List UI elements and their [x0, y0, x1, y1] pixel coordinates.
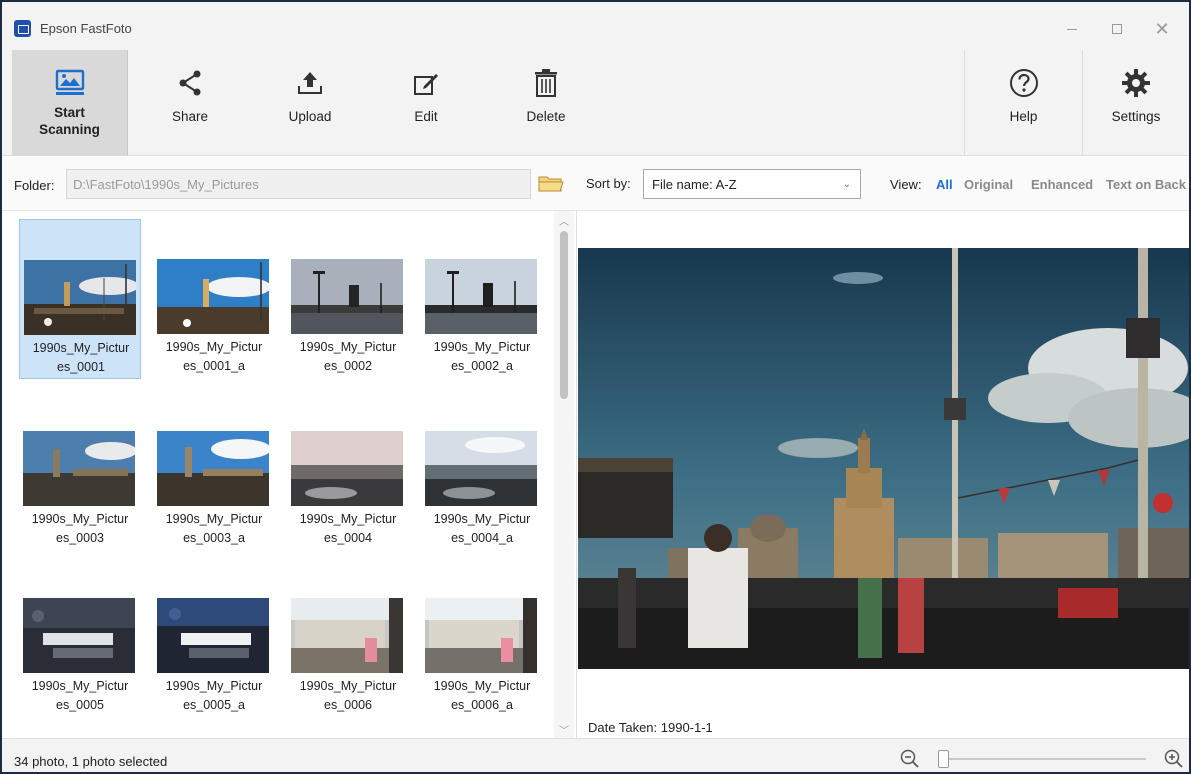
help-button[interactable]: Help	[964, 50, 1082, 156]
thumbnail-caption: 1990s_My_Pictur es_0006	[299, 679, 397, 712]
date-taken-label: Date Taken: 1990-1-1	[588, 720, 713, 735]
folder-bar: Folder: Sort by: File name: A-Z ⌄ View: …	[2, 157, 1189, 211]
scan-photo-icon	[53, 66, 87, 100]
thumbnail-caption: 1990s_My_Pictur es_0002_a	[433, 340, 531, 373]
thumbnail-item[interactable]: 1990s_My_Pictur es_0006	[287, 558, 409, 718]
thumbnail-item[interactable]: 1990s_My_Pictur es_0003	[19, 391, 141, 551]
gear-icon	[1119, 66, 1153, 100]
app-logo-icon	[14, 20, 31, 37]
start-scanning-label: Start Scanning	[39, 105, 100, 137]
zoom-slider-handle[interactable]	[938, 750, 949, 768]
start-scanning-button[interactable]: Start Scanning	[12, 50, 128, 156]
window-title: Epson FastFoto	[40, 21, 132, 36]
thumbnail-item[interactable]: 1990s_My_Pictur es_0004	[287, 391, 409, 551]
chevron-down-icon: ⌄	[842, 179, 851, 190]
zoom-slider[interactable]	[938, 750, 1146, 768]
thumbnail-caption: 1990s_My_Pictur es_0002	[299, 340, 397, 373]
folder-label: Folder:	[14, 178, 55, 193]
thumbnail-item[interactable]: 1990s_My_Pictur es_0001	[19, 219, 141, 379]
thumbnail-item[interactable]: 1990s_My_Pictur es_0005	[19, 558, 141, 718]
settings-button[interactable]: Settings	[1082, 50, 1189, 156]
zoom-in-button[interactable]	[1164, 749, 1184, 769]
view-option-text-on-back[interactable]: Text on Back	[1106, 177, 1186, 192]
photo-thumbnail	[23, 431, 135, 506]
scroll-thumb[interactable]	[560, 231, 568, 399]
browse-folder-button[interactable]	[536, 172, 566, 196]
delete-button[interactable]: Delete	[486, 50, 606, 156]
photo-thumbnail	[291, 259, 403, 334]
thumbnail-caption: 1990s_My_Pictur es_0004	[299, 512, 397, 545]
photo-thumbnail	[157, 598, 269, 673]
delete-label: Delete	[526, 109, 566, 124]
thumbnail-caption: 1990s_My_Pictur es_0001_a	[165, 340, 263, 373]
thumbnail-caption: 1990s_My_Pictur es_0001	[32, 341, 130, 374]
thumbnail-caption: 1990s_My_Pictur es_0003	[31, 512, 129, 545]
trash-icon	[529, 66, 563, 100]
preview-photo	[578, 248, 1189, 669]
photo-thumbnail	[157, 259, 269, 334]
help-label: Help	[1009, 109, 1038, 124]
upload-button[interactable]: Upload	[250, 50, 370, 156]
minimize-button[interactable]	[1052, 16, 1092, 42]
zoom-out-icon	[900, 749, 919, 768]
share-button[interactable]: Share	[130, 50, 250, 156]
folder-path-input[interactable]	[66, 169, 531, 199]
zoom-slider-track	[938, 758, 1146, 760]
view-label: View:	[890, 177, 922, 192]
settings-label: Settings	[1111, 109, 1161, 124]
thumbnail-caption: 1990s_My_Pictur es_0005	[31, 679, 129, 712]
thumbnail-item[interactable]: 1990s_My_Pictur es_0003_a	[153, 391, 275, 551]
app-window: Epson FastFoto ✕ Start Scanning Share Up…	[2, 2, 1189, 772]
photo-thumbnail	[425, 431, 537, 506]
photo-preview-pane: Date Taken: 1990-1-1	[576, 211, 1189, 738]
photo-thumbnail	[24, 260, 136, 335]
photo-thumbnail	[425, 259, 537, 334]
photo-thumbnail	[291, 598, 403, 673]
photo-thumbnail	[23, 598, 135, 673]
view-option-all[interactable]: All	[936, 177, 953, 192]
edit-button[interactable]: Edit	[366, 50, 486, 156]
title-bar: Epson FastFoto ✕	[2, 2, 1189, 50]
status-bar: 34 photo, 1 photo selected	[2, 738, 1189, 772]
thumbnail-item[interactable]: 1990s_My_Pictur es_0006_a	[421, 558, 543, 718]
folder-icon	[538, 176, 564, 192]
upload-icon	[293, 66, 327, 100]
thumbnail-item[interactable]: 1990s_My_Pictur es_0001_a	[153, 219, 275, 379]
thumbnail-item[interactable]: 1990s_My_Pictur es_0004_a	[421, 391, 543, 551]
zoom-in-icon	[1164, 749, 1183, 768]
maximize-button[interactable]	[1097, 16, 1137, 42]
view-option-enhanced[interactable]: Enhanced	[1031, 177, 1093, 192]
thumbnail-caption: 1990s_My_Pictur es_0006_a	[433, 679, 531, 712]
scroll-down-icon[interactable]: ﹀	[554, 722, 574, 737]
scroll-up-icon[interactable]: ︿	[554, 213, 574, 228]
zoom-out-button[interactable]	[900, 749, 920, 769]
sort-label: Sort by:	[586, 176, 631, 191]
maximize-icon	[1112, 24, 1122, 34]
upload-label: Upload	[288, 109, 332, 124]
help-icon	[1007, 66, 1041, 100]
photo-thumbnail	[291, 431, 403, 506]
thumbnail-scrollbar[interactable]: ︿ ﹀	[554, 211, 574, 738]
close-icon: ✕	[1154, 18, 1170, 39]
edit-label: Edit	[414, 109, 438, 124]
share-icon	[173, 66, 207, 100]
thumbnail-item[interactable]: 1990s_My_Pictur es_0002	[287, 219, 409, 379]
edit-icon	[409, 66, 443, 100]
thumbnail-item[interactable]: 1990s_My_Pictur es_0005_a	[153, 558, 275, 718]
sort-value: File name: A-Z	[652, 176, 737, 192]
thumbnail-grid: 1990s_My_Pictur es_0001 1990s_My_Pictur …	[2, 211, 554, 738]
toolbar: Start Scanning Share Upload Edit Delete …	[2, 50, 1189, 156]
thumbnail-item[interactable]: 1990s_My_Pictur es_0002_a	[421, 219, 543, 379]
thumbnail-caption: 1990s_My_Pictur es_0005_a	[165, 679, 263, 712]
minimize-icon	[1067, 28, 1077, 30]
share-label: Share	[171, 109, 209, 124]
thumbnail-caption: 1990s_My_Pictur es_0004_a	[433, 512, 531, 545]
photo-thumbnail	[157, 431, 269, 506]
thumbnail-caption: 1990s_My_Pictur es_0003_a	[165, 512, 263, 545]
sort-dropdown[interactable]: File name: A-Z ⌄	[643, 169, 861, 199]
view-option-original[interactable]: Original	[964, 177, 1013, 192]
photo-thumbnail	[425, 598, 537, 673]
status-text: 34 photo, 1 photo selected	[14, 754, 168, 769]
close-button[interactable]: ✕	[1142, 16, 1182, 42]
